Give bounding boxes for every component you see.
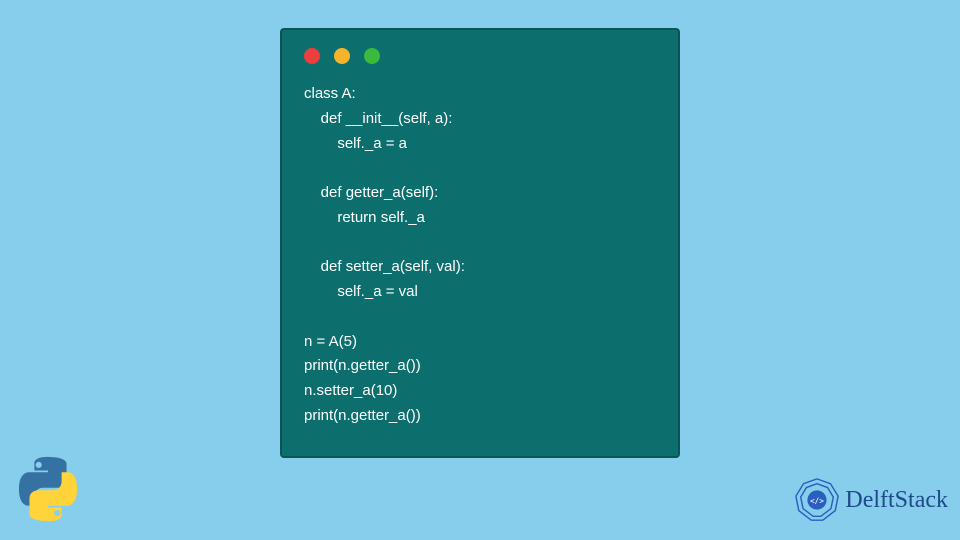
python-logo-icon (14, 455, 82, 528)
maximize-icon (364, 48, 380, 64)
svg-text:</>: </> (810, 496, 824, 505)
minimize-icon (334, 48, 350, 64)
window-traffic-lights (304, 48, 656, 64)
delftstack-logo-icon: </> (793, 476, 841, 524)
close-icon (304, 48, 320, 64)
code-window: class A: def __init__(self, a): self._a … (280, 28, 680, 458)
brand-badge: </> DelftStack (793, 476, 948, 524)
brand-name: DelftStack (845, 487, 948, 514)
code-block: class A: def __init__(self, a): self._a … (304, 82, 656, 429)
